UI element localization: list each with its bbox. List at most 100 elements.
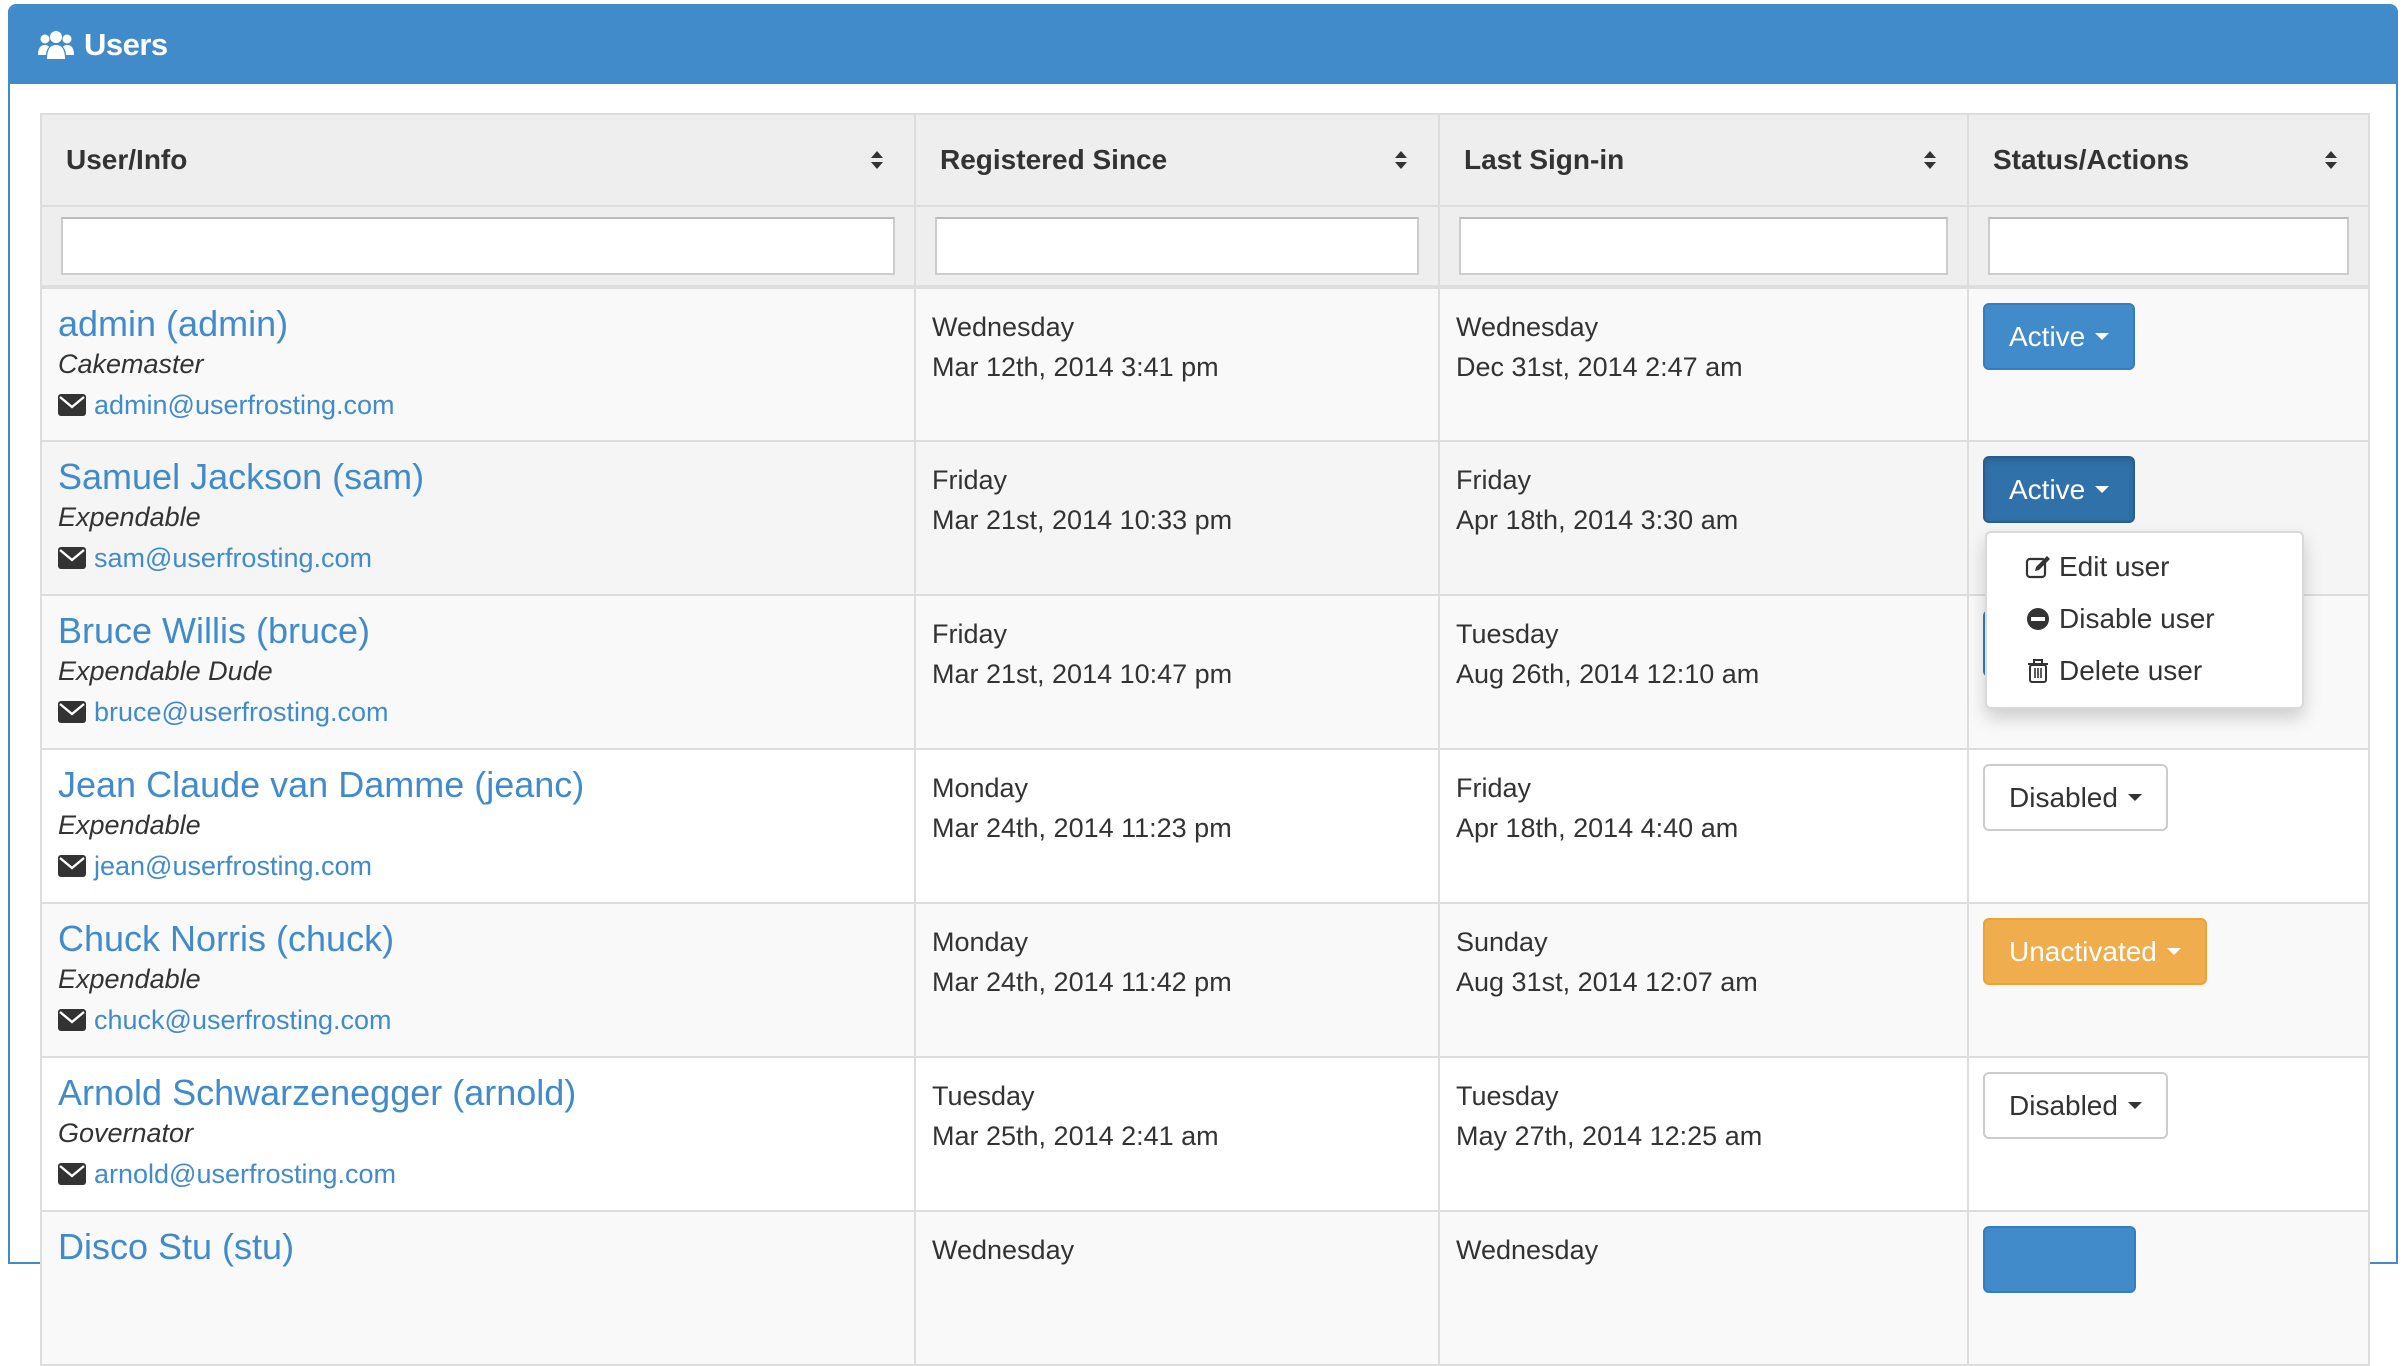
registered-day: Tuesday	[932, 1081, 1035, 1111]
signin-date: Dec 31st, 2014 2:47 am	[1456, 352, 1743, 382]
status-dropdown-button[interactable]: Disabled	[1983, 764, 2168, 831]
column-label: User/Info	[66, 144, 188, 175]
trash-icon	[2028, 659, 2048, 683]
table-row: admin (admin) Cakemaster admin@userfrostin…	[40, 286, 2370, 442]
last-sign-in-cell: Wednesday Dec 31st, 2014 2:47 am	[1438, 286, 1969, 442]
user-title: Expendable Dude	[58, 656, 273, 686]
user-email-link[interactable]: arnold@userfrosting.com	[94, 1156, 396, 1192]
registered-since-cell: Wednesday	[914, 1210, 1440, 1366]
user-title: Cakemaster	[58, 349, 204, 379]
signin-date: May 27th, 2014 12:25 am	[1456, 1121, 1763, 1151]
user-name-link[interactable]: Bruce Willis (bruce)	[58, 608, 898, 654]
status-dropdown-button[interactable]: Active	[1983, 303, 2136, 370]
header-row: User/Info Registered Since Last Sign-in …	[40, 113, 2370, 207]
filter-cell	[40, 205, 916, 289]
last-sign-in-cell: Tuesday Aug 26th, 2014 12:10 am	[1438, 594, 1969, 750]
menu-item-label: Delete user	[2059, 655, 2203, 686]
status-dropdown-button[interactable]: Disabled	[1983, 1072, 2168, 1139]
sort-icon[interactable]	[2324, 149, 2338, 171]
edit-icon	[2025, 556, 2050, 579]
signin-day: Wednesday	[1456, 1235, 1599, 1265]
signin-day: Sunday	[1456, 927, 1548, 957]
filter-row	[40, 205, 2370, 289]
status-dropdown-button[interactable]	[1983, 1226, 2136, 1293]
column-header-user-info[interactable]: User/Info	[40, 113, 916, 207]
minus-circle-icon	[2027, 608, 2049, 630]
signin-day: Friday	[1456, 773, 1532, 803]
registered-since-cell: Friday Mar 21st, 2014 10:47 pm	[914, 594, 1440, 750]
status-dropdown-button[interactable]: Active	[1983, 456, 2136, 523]
registered-since-cell: Monday Mar 24th, 2014 11:42 pm	[914, 902, 1440, 1058]
user-email-link[interactable]: sam@userfrosting.com	[94, 540, 372, 576]
user-name-link[interactable]: Jean Claude van Damme (jeanc)	[58, 762, 898, 808]
table-row: Arnold Schwarzenegger (arnold) Governator…	[40, 1056, 2370, 1212]
column-label: Status/Actions	[1993, 144, 2190, 175]
status-label: Disabled	[2009, 781, 2118, 813]
status-label: Active	[2009, 473, 2086, 505]
menu-item-edit-user[interactable]: Edit user	[1987, 541, 2302, 593]
user-name-link[interactable]: Chuck Norris (chuck)	[58, 916, 898, 962]
table-row: Jean Claude van Damme (jeanc) Expendable j…	[40, 748, 2370, 904]
sort-icon[interactable]	[870, 149, 884, 171]
column-header-last-sign-in[interactable]: Last Sign-in	[1438, 113, 1969, 207]
user-name-link[interactable]: admin (admin)	[58, 301, 898, 347]
status-dropdown-button[interactable]: Unactivated	[1983, 918, 2207, 985]
registered-day: Friday	[932, 619, 1008, 649]
user-name-link[interactable]: Disco Stu (stu)	[58, 1224, 898, 1270]
signin-date: Aug 26th, 2014 12:10 am	[1456, 659, 1760, 689]
sort-icon[interactable]	[1394, 149, 1408, 171]
user-info-cell: Disco Stu (stu)	[40, 1210, 916, 1366]
registered-day: Monday	[932, 927, 1029, 957]
last-sign-in-cell: Tuesday May 27th, 2014 12:25 am	[1438, 1056, 1969, 1212]
status-actions-cell: Active	[1967, 286, 2370, 442]
signin-date: Aug 31st, 2014 12:07 am	[1456, 967, 1758, 997]
registered-date: Mar 24th, 2014 11:23 pm	[932, 813, 1232, 843]
user-email-link[interactable]: chuck@userfrosting.com	[94, 1002, 392, 1038]
user-info-cell: Chuck Norris (chuck) Expendable chuck@user…	[40, 902, 916, 1058]
user-info-cell: Bruce Willis (bruce) Expendable Dude bruce…	[40, 594, 916, 750]
column-header-status-actions[interactable]: Status/Actions	[1967, 113, 2370, 207]
users-table: User/Info Registered Since Last Sign-in …	[40, 113, 2370, 1366]
envelope-icon	[58, 1009, 86, 1031]
user-email-line: arnold@userfrosting.com	[58, 1156, 898, 1192]
last-sign-in-cell: Friday Apr 18th, 2014 3:30 am	[1438, 440, 1969, 596]
status-label: Unactivated	[2009, 935, 2157, 967]
registered-day: Wednesday	[932, 1235, 1075, 1265]
status-label: Disabled	[2009, 1089, 2118, 1121]
registered-since-cell: Monday Mar 24th, 2014 11:23 pm	[914, 748, 1440, 904]
filter-last-sign-in-input[interactable]	[1459, 217, 1948, 275]
registered-date: Mar 21st, 2014 10:33 pm	[932, 505, 1233, 535]
sort-icon[interactable]	[1923, 149, 1937, 171]
users-icon	[38, 31, 74, 59]
user-name-link[interactable]: Arnold Schwarzenegger (arnold)	[58, 1070, 898, 1116]
user-email-link[interactable]: bruce@userfrosting.com	[94, 694, 389, 730]
envelope-icon	[58, 394, 86, 416]
last-sign-in-cell: Wednesday	[1438, 1210, 1969, 1366]
filter-registered-since-input[interactable]	[935, 217, 1419, 275]
registered-date: Mar 21st, 2014 10:47 pm	[932, 659, 1233, 689]
user-info-cell: Jean Claude van Damme (jeanc) Expendable j…	[40, 748, 916, 904]
signin-day: Wednesday	[1456, 312, 1599, 342]
column-header-registered-since[interactable]: Registered Since	[914, 113, 1440, 207]
menu-item-label: Edit user	[2059, 551, 2170, 582]
user-name-link[interactable]: Samuel Jackson (sam)	[58, 454, 898, 500]
user-email-line: chuck@userfrosting.com	[58, 1002, 898, 1038]
registered-since-cell: Wednesday Mar 12th, 2014 3:41 pm	[914, 286, 1440, 442]
panel-title: Users	[84, 27, 168, 62]
signin-day: Tuesday	[1456, 619, 1559, 649]
user-email-link[interactable]: jean@userfrosting.com	[94, 848, 372, 884]
registered-day: Monday	[932, 773, 1029, 803]
last-sign-in-cell: Sunday Aug 31st, 2014 12:07 am	[1438, 902, 1969, 1058]
registered-date: Mar 25th, 2014 2:41 am	[932, 1121, 1219, 1151]
signin-date: Apr 18th, 2014 4:40 am	[1456, 813, 1739, 843]
registered-since-cell: Friday Mar 21st, 2014 10:33 pm	[914, 440, 1440, 596]
menu-item-delete-user[interactable]: Delete user	[1987, 645, 2302, 697]
filter-status-input[interactable]	[1988, 217, 2349, 275]
user-email-link[interactable]: admin@userfrosting.com	[94, 387, 395, 423]
filter-user-info-input[interactable]	[61, 217, 895, 275]
caret-down-icon	[2127, 1102, 2142, 1109]
menu-item-disable-user[interactable]: Disable user	[1987, 593, 2302, 645]
status-actions-cell: Disabled	[1967, 1056, 2370, 1212]
panel-heading: Users	[10, 6, 2396, 84]
envelope-icon	[58, 855, 86, 877]
